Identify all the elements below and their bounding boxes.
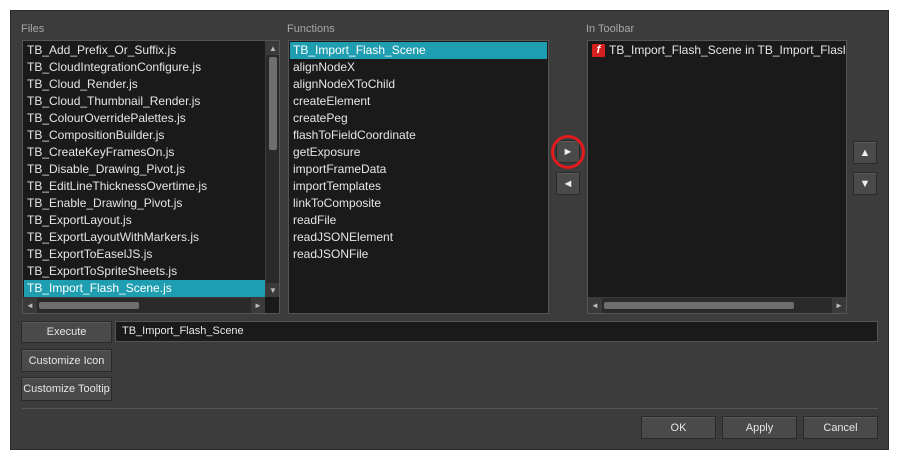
scroll-left-icon[interactable]: ◄ [23,298,37,313]
function-list-item[interactable]: getExposure [290,144,547,161]
files-horizontal-scrollbar[interactable]: ◄ ► [23,297,265,313]
execute-function-field[interactable]: TB_Import_Flash_Scene [115,321,878,342]
function-list-item[interactable]: importTemplates [290,178,547,195]
files-label: Files [21,23,45,35]
arrow-down-icon: ▼ [859,177,871,190]
scroll-right-icon[interactable]: ► [251,298,265,313]
function-list-item[interactable]: alignNodeX [290,59,547,76]
apply-button[interactable]: Apply [722,416,797,439]
arrow-left-icon: ◄ [562,177,574,190]
scroll-up-icon[interactable]: ▲ [266,41,279,55]
scroll-right-icon[interactable]: ► [832,298,846,313]
arrow-up-icon: ▲ [859,146,871,159]
files-list[interactable]: TB_Add_Prefix_Or_Suffix.js TB_CloudIntegr… [24,42,266,297]
function-list-item[interactable]: alignNodeXToChild [290,76,547,93]
move-up-button[interactable]: ▲ [853,141,877,164]
scroll-left-icon[interactable]: ◄ [588,298,602,313]
toolbar-hscroll-thumb[interactable] [604,302,794,309]
functions-label: Functions [287,23,335,35]
toolbar-list-item[interactable]: f TB_Import_Flash_Scene in TB_Import_Flas… [589,42,845,59]
file-list-item[interactable]: TB_ExportLayoutWithMarkers.js [24,229,266,246]
file-list-item[interactable]: TB_ExportToSpriteSheets.js [24,263,266,280]
in-toolbar-label: In Toolbar [586,23,635,35]
function-list-item[interactable]: createPeg [290,110,547,127]
functions-list[interactable]: TB_Import_Flash_Scene alignNodeX alignNode… [290,42,547,263]
function-list-item[interactable]: readJSONFile [290,246,547,263]
bottom-separator [22,408,878,409]
file-list-item[interactable]: TB_Cloud_Thumbnail_Render.js [24,93,266,110]
file-list-item[interactable]: TB_Cloud_Render.js [24,76,266,93]
customize-icon-button[interactable]: Customize Icon [21,349,112,372]
files-list-panel[interactable]: TB_Add_Prefix_Or_Suffix.js TB_CloudIntegr… [22,40,280,314]
file-list-item[interactable]: TB_Disable_Drawing_Pivot.js [24,161,266,178]
file-list-item[interactable]: TB_CompositionBuilder.js [24,127,266,144]
file-list-item[interactable]: TB_ExportLayout.js [24,212,266,229]
function-list-item[interactable]: readJSONElement [290,229,547,246]
file-list-item[interactable]: TB_EditLineThicknessOvertime.js [24,178,266,195]
function-list-item[interactable]: importFrameData [290,161,547,178]
file-list-item[interactable]: TB_Add_Prefix_Or_Suffix.js [24,42,266,59]
customize-tooltip-button[interactable]: Customize Tooltip [21,377,112,401]
toolbar-horizontal-scrollbar[interactable]: ◄ ► [588,297,846,313]
function-list-item[interactable]: flashToFieldCoordinate [290,127,547,144]
highlight-ring [551,135,585,169]
execute-button[interactable]: Execute [21,321,112,343]
move-down-button[interactable]: ▼ [853,172,877,195]
file-list-item[interactable]: TB_ColourOverridePalettes.js [24,110,266,127]
in-toolbar-list[interactable]: f TB_Import_Flash_Scene in TB_Import_Flas… [589,42,845,59]
file-list-item[interactable]: TB_Import_Flash_Scene.js [24,280,266,297]
toolbar-script-dialog: Files Functions In Toolbar TB_Add_Prefix… [10,10,889,450]
toolbar-item-label: TB_Import_Flash_Scene in TB_Import_Flash… [609,43,845,57]
flash-icon: f [592,44,605,58]
in-toolbar-list-panel[interactable]: f TB_Import_Flash_Scene in TB_Import_Flas… [587,40,847,314]
scroll-down-icon[interactable]: ▼ [266,283,279,297]
files-hscroll-thumb[interactable] [39,302,139,309]
function-list-item[interactable]: readFile [290,212,547,229]
remove-from-toolbar-button[interactable]: ◄ [556,172,580,195]
file-list-item[interactable]: TB_CloudIntegrationConfigure.js [24,59,266,76]
file-list-item[interactable]: TB_CreateKeyFramesOn.js [24,144,266,161]
files-vertical-scrollbar[interactable]: ▲ ▼ [265,41,279,297]
file-list-item[interactable]: TB_ExportToEaselJS.js [24,246,266,263]
file-list-item[interactable]: TB_Enable_Drawing_Pivot.js [24,195,266,212]
cancel-button[interactable]: Cancel [803,416,878,439]
ok-button[interactable]: OK [641,416,716,439]
functions-list-panel[interactable]: TB_Import_Flash_Scene alignNodeX alignNode… [288,40,549,314]
function-list-item[interactable]: linkToComposite [290,195,547,212]
files-scroll-thumb[interactable] [269,57,277,150]
function-list-item[interactable]: createElement [290,93,547,110]
function-list-item[interactable]: TB_Import_Flash_Scene [290,42,547,59]
